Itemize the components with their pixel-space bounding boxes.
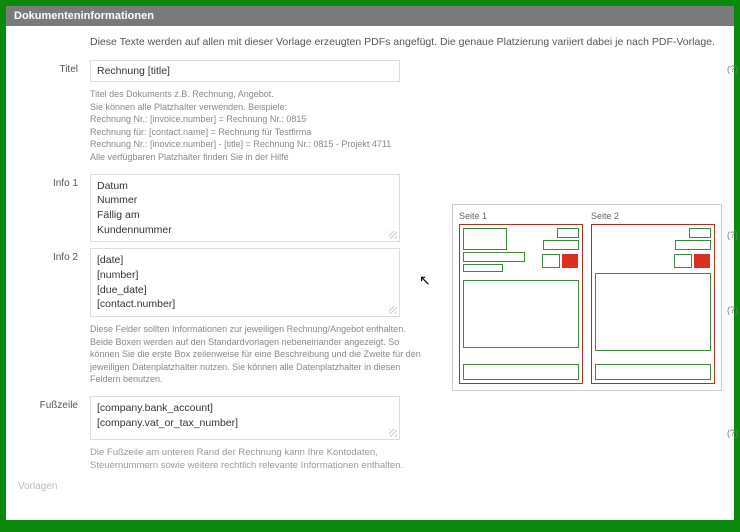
titel-help-text: Titel des Dokuments z.B. Rechnung, Angeb… [90,88,430,164]
main-panel: Dokumenteninformationen Diese Texte werd… [6,6,734,520]
intro-text: Diese Texte werden auf allen mit dieser … [90,36,720,48]
vorlagen-tab[interactable]: Vorlagen [18,481,57,492]
titel-label: Titel [20,60,90,82]
preview-page-2: Seite 2 [591,211,715,384]
resize-grip-icon[interactable] [389,429,397,437]
fusszeile-help-text: Die Fußzeile am unteren Rand der Rechnun… [90,446,430,473]
page-preview: Seite 1 Seite 2 [452,204,722,391]
resize-grip-icon[interactable] [389,231,397,239]
fusszeile-textarea[interactable]: [company.bank_account] [company.vat_or_t… [90,396,400,440]
preview-inner: Seite 1 Seite 2 [459,211,715,384]
fusszeile-label: Fußzeile [20,396,90,440]
section-title: Dokumenteninformationen [14,10,154,22]
fusszeile-row: Fußzeile [company.bank_account] [company… [20,396,720,440]
titel-row: Titel Rechnung [title] (?) [20,60,720,82]
fusszeile-help-icon[interactable]: (?) [727,428,738,438]
info2-help-icon[interactable]: (?) [727,305,738,315]
page1-title: Seite 1 [459,211,583,221]
titel-help-icon[interactable]: (?) [727,64,738,74]
content-area: Diese Texte werden auf allen mit dieser … [6,26,734,483]
page2-title: Seite 2 [591,211,715,221]
info2-textarea[interactable]: [date] [number] [due_date] [contact.numb… [90,248,400,317]
preview-page-1: Seite 1 [459,211,583,384]
fusszeile-field-wrap: [company.bank_account] [company.vat_or_t… [90,396,720,440]
info1-textarea[interactable]: Datum Nummer Fällig am Kundennummer [90,174,400,243]
info-help-text: Diese Felder sollten Informationen zur j… [90,323,430,386]
resize-grip-icon[interactable] [389,306,397,314]
titel-input[interactable]: Rechnung [title] [90,60,400,82]
section-header: Dokumenteninformationen [6,6,734,26]
page1-box [459,224,583,384]
page2-box [591,224,715,384]
info1-label: Info 1 [20,174,90,243]
info1-help-icon[interactable]: (?) [727,230,738,240]
titel-field-wrap: Rechnung [title] (?) [90,60,720,82]
info2-label: Info 2 [20,248,90,317]
